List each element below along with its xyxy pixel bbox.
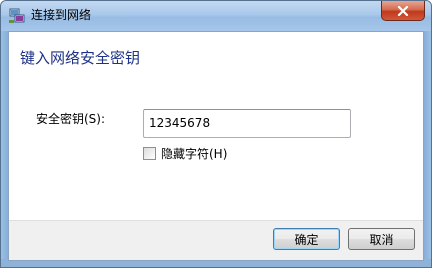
window-frame-right bbox=[424, 31, 431, 267]
button-bar: 确定 取消 bbox=[9, 220, 423, 260]
dialog-heading: 键入网络安全密钥 bbox=[20, 49, 141, 67]
hide-characters-checkbox[interactable] bbox=[143, 147, 156, 160]
connect-network-dialog: 连接到网络 键入网络安全密钥 安全密钥(S): 12345678 隐藏字符(H)… bbox=[0, 0, 432, 268]
hide-characters-option[interactable]: 隐藏字符(H) bbox=[143, 145, 227, 162]
window-frame-left bbox=[1, 31, 8, 267]
security-key-input[interactable]: 12345678 bbox=[143, 109, 351, 138]
security-key-label: 安全密钥(S): bbox=[36, 112, 106, 126]
hide-characters-label[interactable]: 隐藏字符(H) bbox=[161, 145, 227, 162]
title-bar[interactable]: 连接到网络 bbox=[1, 1, 431, 31]
cancel-button[interactable]: 取消 bbox=[348, 228, 415, 250]
ok-button[interactable]: 确定 bbox=[273, 228, 340, 250]
window-title: 连接到网络 bbox=[31, 8, 92, 22]
network-icon bbox=[9, 8, 25, 24]
close-button[interactable] bbox=[381, 1, 425, 21]
close-icon bbox=[397, 1, 409, 20]
dialog-content: 键入网络安全密钥 安全密钥(S): 12345678 隐藏字符(H) 确定 取消 bbox=[8, 31, 424, 261]
